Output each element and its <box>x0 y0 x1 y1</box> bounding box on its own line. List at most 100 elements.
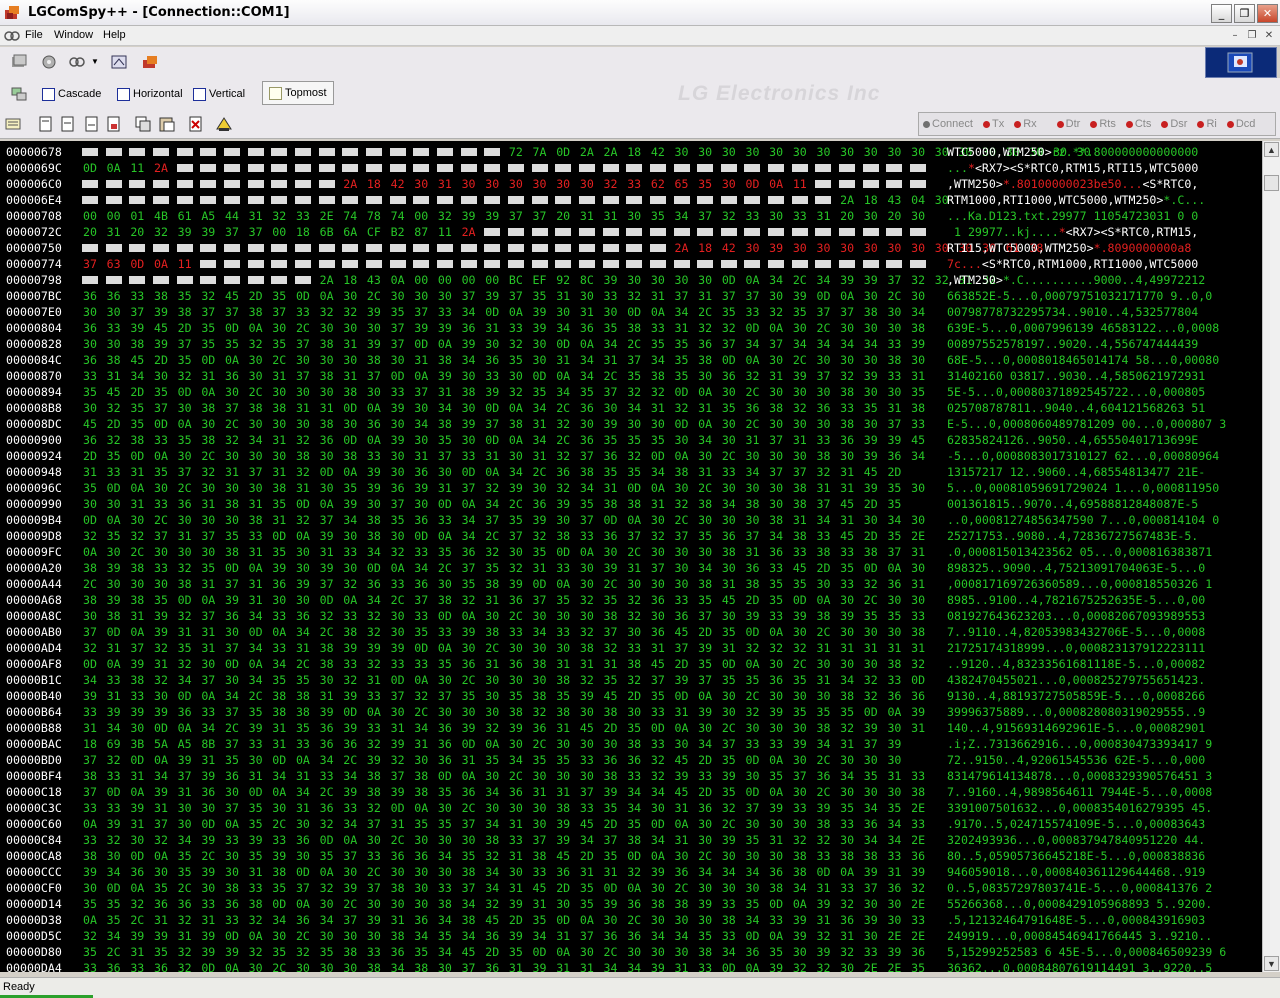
hex-byte: 38 <box>911 401 926 415</box>
menu-help[interactable]: Help <box>103 29 126 41</box>
scroll-up-icon[interactable]: ▲ <box>1264 142 1279 157</box>
hex-byte: 33 <box>83 369 97 383</box>
hex-byte: 34 <box>177 833 192 847</box>
restore-button[interactable]: ❐ <box>1234 4 1255 23</box>
scan-icon[interactable] <box>110 53 128 71</box>
hex-byte: 30 <box>674 577 689 591</box>
clear-icon[interactable] <box>215 115 233 133</box>
mdi-close-button[interactable]: ✕ <box>1260 29 1278 44</box>
connect-icon[interactable] <box>68 53 86 71</box>
terminal-row: 00000A8C 30 38 31 39 32 37 36 34 33 36 32 33 32 30 33 0D… <box>0 608 1262 624</box>
copy-icon[interactable] <box>134 115 152 133</box>
hex-byte: 00 <box>83 209 97 223</box>
mdi-minimize-button[interactable]: – <box>1226 29 1244 44</box>
hex-byte: 36 <box>272 577 287 591</box>
open-port-icon[interactable] <box>10 53 28 71</box>
hex-byte: 31 <box>816 209 831 223</box>
menu-window[interactable]: Window <box>54 29 93 41</box>
menu-file[interactable]: File <box>25 29 43 41</box>
terminal-row: 00000828 30 30 38 39 37 35 35 32 35 37 38 31 39 37 0D 0A… <box>0 336 1262 352</box>
hex-byte: 2C <box>627 337 642 351</box>
hex-byte: 0D <box>650 449 665 463</box>
hex-byte: 35 <box>603 593 618 607</box>
hex-byte: 34 <box>745 465 760 479</box>
hex-byte: 32 <box>390 545 405 559</box>
hex-byte: 35 <box>745 673 760 687</box>
hex-byte: 39 <box>532 305 547 319</box>
hex-byte: 0A <box>816 593 831 607</box>
cascade-button[interactable]: Cascade <box>42 84 101 104</box>
hex-byte: 39 <box>130 657 145 671</box>
terminal-row: 00000C60 0A 39 31 37 30 0D 0A 35 2C 30 32 34 37 31 35 35… <box>0 816 1262 832</box>
hex-byte: 31 <box>248 545 263 559</box>
mdi-restore-button[interactable]: ❐ <box>1243 29 1261 44</box>
hex-byte: 30 <box>508 641 523 655</box>
hex-byte: 35 <box>556 689 571 703</box>
export-doc-icon[interactable] <box>105 115 123 133</box>
hex-byte: 31 <box>816 913 831 927</box>
vertical-button[interactable]: Vertical <box>193 84 245 104</box>
hex-byte: 30 <box>295 849 310 863</box>
hex-byte: 32 <box>508 385 523 399</box>
hex-byte: 39 <box>721 769 736 783</box>
hex-byte: 31 <box>556 929 571 943</box>
hex-byte: 30 <box>745 481 760 495</box>
hex-byte: 30 <box>863 417 878 431</box>
hex-byte: 35 <box>177 353 192 367</box>
ascii-segment: <S*RTC0,RTM1000,RTI1000,WTC5000 <box>981 257 1199 271</box>
vertical-scrollbar[interactable]: ▲ ▼ <box>1262 141 1280 972</box>
scroll-down-icon[interactable]: ▼ <box>1264 956 1279 971</box>
hex-byte: 30 <box>816 353 831 367</box>
minimize-button[interactable]: _ <box>1211 4 1232 23</box>
hex-byte: 38 <box>863 305 878 319</box>
hex-byte: 35 <box>177 289 192 303</box>
hex-byte: 30 <box>887 625 902 639</box>
connection-menu-icon[interactable] <box>4 29 20 43</box>
hex-byte: 36 <box>366 417 381 431</box>
hex-byte: 38 <box>816 449 831 463</box>
ascii-segment: 663852E-5...0,00079751032171770 9..0,0 <box>947 289 1213 303</box>
hex-byte: 33 <box>83 961 97 972</box>
hex-byte: 31 <box>745 545 760 559</box>
ascii-segment: 39996375889...0,000828080319029555..9 <box>947 705 1206 719</box>
hex-terminal-view[interactable]: 00000678 72 7A 0D 2A 2A 18 42 30 30 30 30 30 30 30 30 30… <box>0 141 1262 972</box>
hex-byte: 2C <box>248 689 263 703</box>
capture-icon[interactable] <box>141 53 159 71</box>
close-button[interactable]: ✕ <box>1257 4 1278 23</box>
hex-byte: 34 <box>745 865 760 879</box>
list-icon[interactable] <box>5 115 23 133</box>
hex-byte: 37 <box>83 257 97 271</box>
open-doc-icon[interactable] <box>59 115 77 133</box>
hex-byte: 33 <box>556 625 571 639</box>
hex-byte: 31 <box>390 721 405 735</box>
delete-icon[interactable] <box>187 115 205 133</box>
topmost-button[interactable]: Topmost <box>262 81 334 105</box>
hex-byte: 34 <box>437 913 452 927</box>
ascii-segment: 3391007501632...0,0008354016279395 45. <box>947 801 1213 815</box>
connect-dropdown-icon[interactable]: ▼ <box>91 57 99 66</box>
settings-icon[interactable] <box>40 53 58 71</box>
horizontal-button[interactable]: Horizontal <box>117 84 183 104</box>
tile-icon[interactable] <box>10 85 28 103</box>
hex-byte: 33 <box>295 305 310 319</box>
hex-byte: 35 <box>153 385 168 399</box>
hex-byte: 36 <box>319 721 334 735</box>
hex-byte: B2 <box>390 225 405 239</box>
hex-byte: 11 <box>130 161 145 175</box>
save-doc-icon[interactable] <box>83 115 101 133</box>
hex-byte: 30 <box>840 321 855 335</box>
hex-byte: 37 <box>83 785 97 799</box>
hex-byte: 33 <box>295 209 310 223</box>
terminal-row: 00000B40 39 31 33 30 0D 0A 34 2C 38 38 31 39 33 37 32 37… <box>0 688 1262 704</box>
hex-byte: 30 <box>556 769 571 783</box>
scroll-thumb[interactable] <box>1264 175 1279 191</box>
hex-byte: 34 <box>698 561 713 575</box>
hex-byte: 38 <box>698 497 713 511</box>
paste-icon[interactable] <box>158 115 176 133</box>
row-ascii: 80..5,05905736645218E-5...0,000838836 <box>947 848 1205 864</box>
new-doc-icon[interactable] <box>37 115 55 133</box>
hex-byte: 38 <box>650 369 665 383</box>
row-offset: 00000BAC <box>6 737 62 751</box>
row-ascii: 639E-5...0,0007996139 46583122...0,0008 <box>947 320 1219 336</box>
hex-byte: 30 <box>485 689 500 703</box>
